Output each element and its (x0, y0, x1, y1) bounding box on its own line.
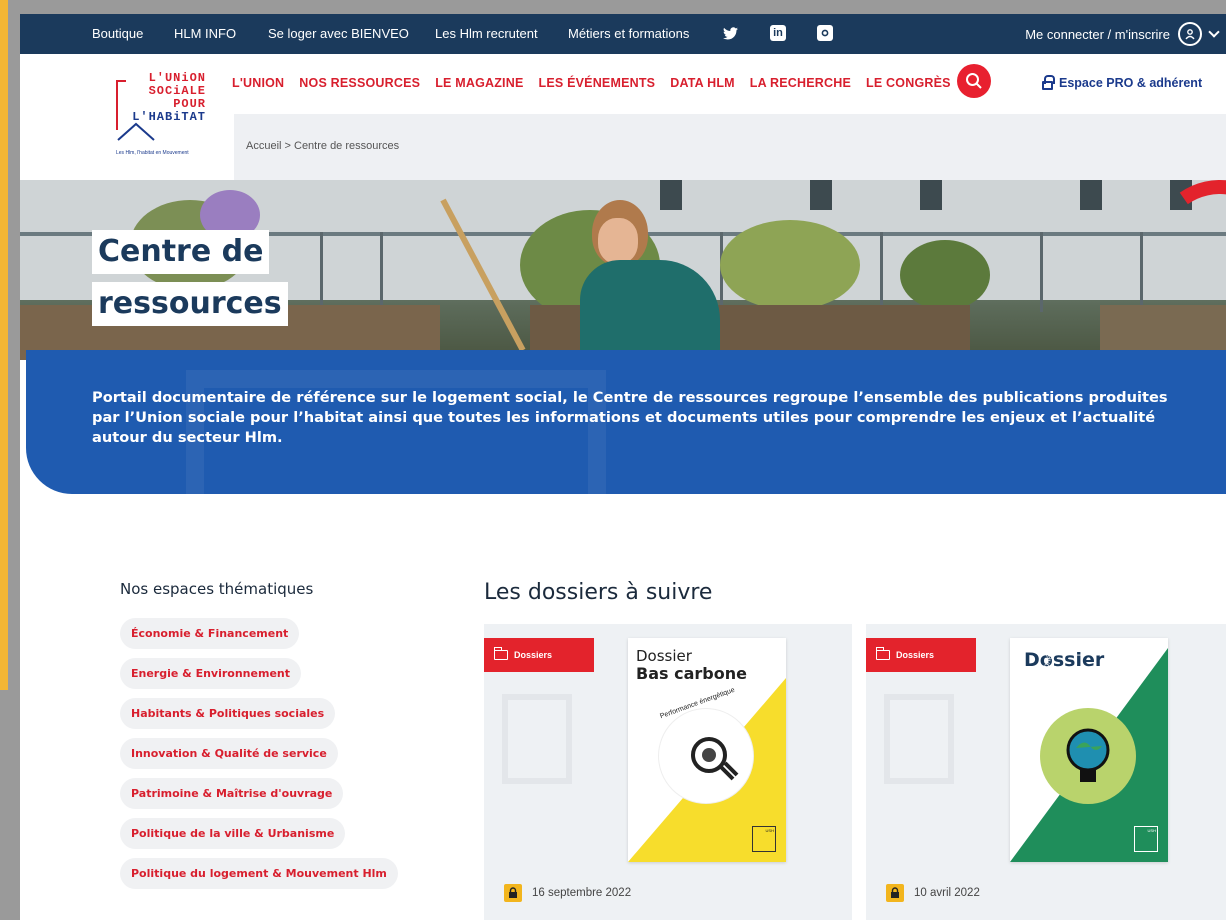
nav-item-magazine[interactable]: LE MAGAZINE (435, 76, 523, 90)
themes-list: Économie & Financement Energie & Environ… (120, 618, 398, 898)
theme-chip[interactable]: Politique du logement & Mouvement Hlm (120, 858, 398, 889)
dossier-cover[interactable]: Dossier Bas carbone Performance énergéti… (628, 638, 786, 862)
cover-title-line-2: Bas carbone (636, 664, 747, 683)
page: Boutique HLM INFO Se loger avec BIENVEO … (20, 14, 1226, 920)
topbar-link-boutique[interactable]: Boutique (92, 26, 143, 41)
page-title: Centre de ressources (92, 230, 288, 326)
dossier-cover[interactable]: Dossier Énergie • Sobriété USH (1010, 638, 1168, 862)
dossiers-heading: Les dossiers à suivre (484, 580, 713, 605)
lock-icon (886, 884, 904, 902)
cover-logo: USH (1134, 826, 1158, 852)
nav-item-recherche[interactable]: LA RECHERCHE (750, 76, 851, 90)
folder-icon (876, 647, 890, 660)
pro-space-label: Espace PRO & adhérent (1059, 76, 1203, 90)
dossier-tag-label: Dossiers (896, 650, 935, 660)
side-accent-bar (0, 0, 8, 690)
nav-item-congres[interactable]: LE CONGRÈS (866, 76, 951, 90)
dossier-tag: Dossiers (866, 638, 976, 672)
theme-chip[interactable]: Habitants & Politiques sociales (120, 698, 336, 729)
intro-text: Portail documentaire de référence sur le… (92, 389, 1168, 446)
folder-icon (494, 647, 508, 660)
dossier-date: 10 avril 2022 (886, 884, 980, 902)
twitter-icon[interactable] (722, 25, 738, 41)
linkedin-icon[interactable]: in (770, 25, 786, 41)
dossier-date: 16 septembre 2022 (504, 884, 631, 902)
lightbulb-icon (691, 737, 739, 781)
topbar-link-metiers[interactable]: Métiers et formations (568, 26, 689, 41)
top-bar: Boutique HLM INFO Se loger avec BIENVEO … (20, 14, 1226, 54)
cover-title: Dossier (1024, 649, 1105, 671)
theme-chip[interactable]: Energie & Environnement (120, 658, 301, 689)
cover-logo: USH (752, 826, 776, 852)
topbar-link-recrutent[interactable]: Les Hlm recrutent (435, 26, 538, 41)
search-icon (966, 73, 982, 89)
dossier-tag: Dossiers (484, 638, 594, 672)
topbar-link-bienveo[interactable]: Se loger avec BIENVEO (268, 26, 409, 41)
nav-item-ressources[interactable]: NOS RESSOURCES (299, 76, 420, 90)
intro-band: Portail documentaire de référence sur le… (26, 350, 1226, 494)
instagram-icon[interactable] (817, 25, 833, 41)
nav-item-data-hlm[interactable]: DATA HLM (670, 76, 735, 90)
topbar-link-hlm-info[interactable]: HLM INFO (174, 26, 236, 41)
account-label[interactable]: Me connecter / m'inscrire (1025, 27, 1170, 42)
theme-chip[interactable]: Patrimoine & Maîtrise d'ouvrage (120, 778, 344, 809)
page-title-line-2: ressources (92, 282, 288, 326)
pro-space-link[interactable]: Espace PRO & adhérent (1042, 74, 1203, 90)
nav-item-union[interactable]: L'UNION (232, 76, 284, 90)
dossier-card[interactable]: Dossiers Dossier Énergie • Sobriété USH (866, 624, 1226, 920)
page-title-line-1: Centre de (92, 230, 270, 274)
dossier-date-label: 10 avril 2022 (914, 887, 980, 899)
theme-chip[interactable]: Innovation & Qualité de service (120, 738, 338, 769)
cover-emblem (1040, 708, 1136, 804)
themes-heading: Nos espaces thématiques (120, 580, 314, 598)
site-logo[interactable]: L'UNiON SOCiALE POUR L'HABiTAT Les Hlm, … (116, 72, 206, 182)
logo-roof-icon (117, 122, 155, 141)
lock-icon (1042, 74, 1055, 90)
breadcrumb[interactable]: Accueil > Centre de ressources (246, 140, 399, 152)
chevron-down-icon[interactable] (1208, 26, 1220, 38)
search-button[interactable] (957, 64, 991, 98)
lightbulb-icon (1066, 728, 1110, 782)
theme-chip[interactable]: Politique de la ville & Urbanisme (120, 818, 346, 849)
cover-title: Dossier Bas carbone (636, 647, 747, 683)
lock-icon (504, 884, 522, 902)
cover-emblem (658, 708, 754, 804)
logo-text: L'UNiON SOCiALE POUR L'HABiTAT (116, 72, 206, 124)
breadcrumb-bar: Accueil > Centre de ressources (234, 114, 1226, 180)
cover-title-line-1: Dossier (636, 647, 692, 665)
dossier-tag-label: Dossiers (514, 650, 553, 660)
folder-watermark (884, 694, 954, 784)
account-menu[interactable]: Me connecter / m'inscrire (1025, 20, 1220, 48)
dossier-card[interactable]: Dossiers Dossier Bas carbone Performance… (484, 624, 852, 920)
main-nav: L'UNION NOS RESSOURCES LE MAGAZINE LES É… (232, 76, 951, 90)
folder-watermark (502, 694, 572, 784)
logo-tagline: Les Hlm, l'habitat en Mouvement (116, 150, 189, 156)
theme-chip[interactable]: Économie & Financement (120, 618, 300, 649)
user-icon[interactable] (1178, 22, 1202, 46)
nav-item-evenements[interactable]: LES ÉVÉNEMENTS (539, 76, 656, 90)
dossier-date-label: 16 septembre 2022 (532, 887, 632, 899)
cover-title-line-1: Dossier (1024, 649, 1105, 671)
